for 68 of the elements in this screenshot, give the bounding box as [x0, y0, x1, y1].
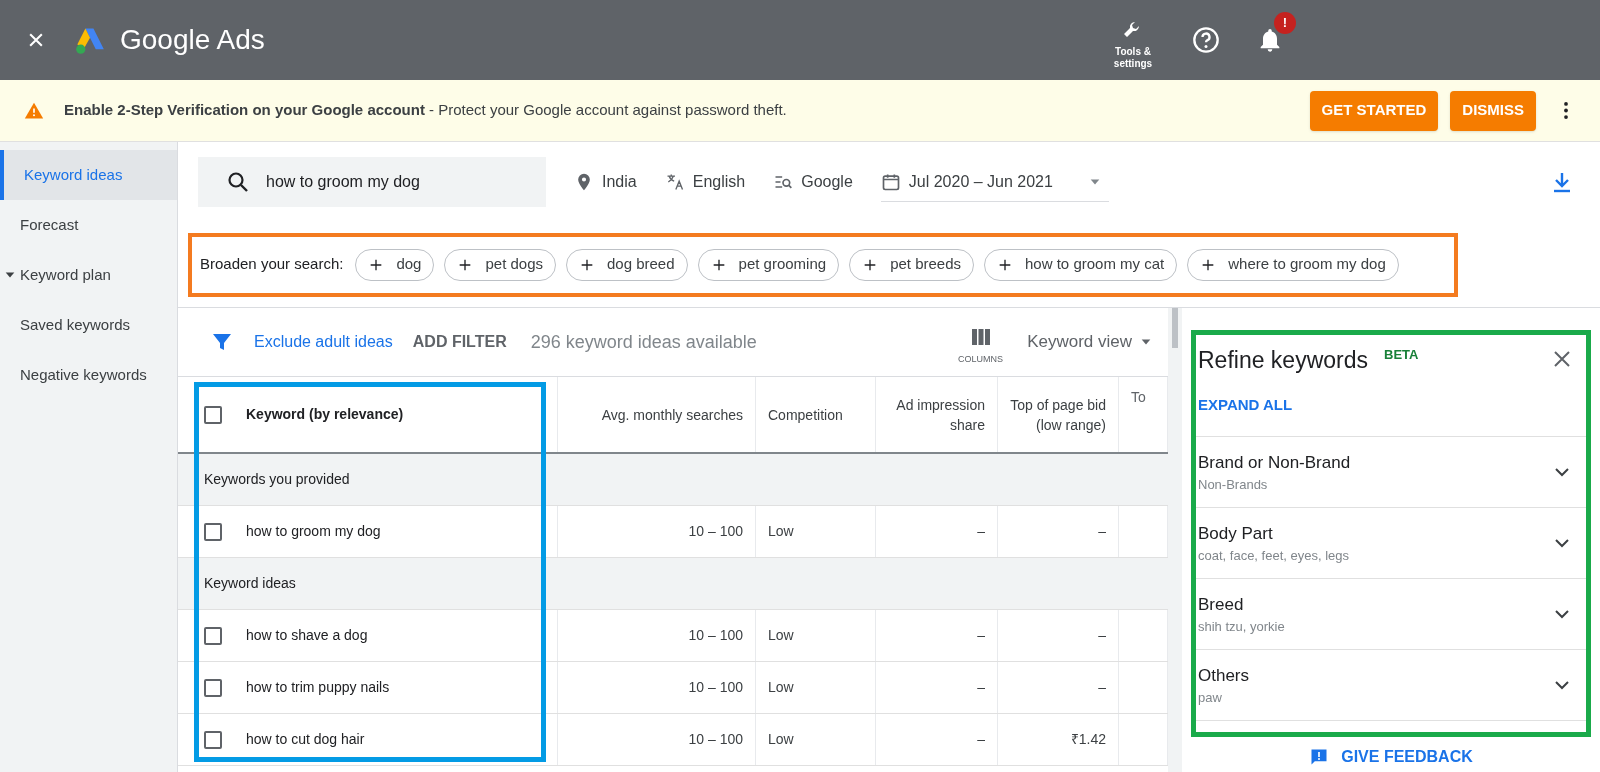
table-cell-text: 10 – 100 [688, 730, 743, 749]
table-cell-text: – [977, 626, 985, 645]
table-cell-text: Low [768, 522, 794, 541]
table-cell-text: Low [768, 678, 794, 697]
keyword-view-dropdown[interactable]: Keyword view [1027, 329, 1152, 355]
column-header[interactable]: Avg. monthly searches [601, 404, 743, 425]
column-header[interactable]: To [1131, 387, 1146, 408]
checkbox[interactable] [204, 626, 222, 645]
checkbox[interactable] [204, 405, 222, 424]
table-cell-text: – [1098, 522, 1106, 541]
table-cell-text: – [977, 678, 985, 697]
sidebar-item[interactable]: Negative keywords [0, 350, 177, 400]
more-vertical-icon [1564, 102, 1568, 119]
refine-group[interactable]: Others paw [1196, 649, 1586, 720]
expand-all-button[interactable]: EXPAND ALL [1198, 393, 1293, 416]
table-cell-text: – [977, 730, 985, 749]
keyword-count: 296 keyword ideas available [530, 330, 757, 354]
exclude-adult-ideas-link[interactable]: Exclude adult ideas [254, 330, 393, 354]
checkbox[interactable] [204, 678, 222, 697]
table-cell-text: Low [768, 730, 794, 749]
table-cell-text: 10 – 100 [688, 522, 743, 541]
alert-badge: ! [1274, 12, 1296, 34]
search-field[interactable]: how to groom my dog [266, 170, 516, 194]
refine-group[interactable]: Breed shih tzu, yorkie [1196, 578, 1586, 649]
column-header[interactable]: Keyword (by relevance) [246, 404, 404, 425]
refine-group[interactable]: Body Part coat, face, feet, eyes, legs [1196, 507, 1586, 578]
broaden-label: Broaden your search: [200, 254, 344, 275]
sidebar-item[interactable]: Keyword plan [0, 250, 177, 300]
panel-title: Refine keywords [1198, 346, 1369, 375]
table-cell-text: – [977, 522, 985, 541]
group-label: Keywords you provided [204, 470, 350, 489]
beta-label: BETA [1384, 346, 1419, 364]
network-filter[interactable]: Google [773, 162, 853, 202]
give-feedback-button[interactable]: GIVE FEEDBACK [1309, 745, 1473, 769]
location-filter[interactable]: India [574, 162, 637, 202]
checkbox[interactable] [204, 730, 222, 749]
sidebar-item[interactable]: Forecast [0, 200, 177, 250]
add-filter-button[interactable]: ADD FILTER [412, 330, 507, 354]
tools-settings-button[interactable]: Tools & settings [1108, 10, 1158, 70]
table-cell-text: – [1098, 626, 1106, 645]
scrollbar-thumb[interactable] [1172, 308, 1178, 348]
feedback-icon [1309, 747, 1330, 767]
help-button[interactable] [1190, 24, 1222, 56]
checkbox[interactable] [204, 522, 222, 541]
keyword-cell-text: how to trim puppy nails [246, 678, 390, 697]
verification-message: Enable 2-Step Verification on your Google account - Protect your Google account against password theft. [64, 100, 787, 121]
column-header[interactable]: Competition [768, 404, 843, 425]
refine-group[interactable]: Brand or Non-Brand Non-Brands [1196, 436, 1586, 507]
language-filter[interactable]: English [664, 162, 746, 202]
table-cell-text: Low [768, 626, 794, 645]
table-cell-text: ₹1.42 [1070, 730, 1106, 749]
sidebar-item[interactable]: Keyword ideas [0, 150, 177, 200]
column-header[interactable]: Ad impression share [888, 394, 985, 435]
search-box[interactable]: how to groom my dog [198, 157, 546, 207]
table-cell-text: 10 – 100 [688, 626, 743, 645]
column-header[interactable]: Top of page bid (low range) [1010, 394, 1106, 435]
search-icon [226, 170, 250, 194]
keyword-cell-text: how to groom my dog [246, 522, 381, 541]
help-icon [1192, 26, 1220, 54]
table-cell-text: 10 – 100 [688, 678, 743, 697]
app-title: Google Ads [120, 23, 265, 57]
keyword-cell-text: how to shave a dog [246, 626, 368, 645]
group-label: Keyword ideas [204, 574, 296, 593]
table-cell-text: – [1098, 678, 1106, 697]
date-filter[interactable]: Jul 2020 – Jun 2021 [880, 162, 1109, 202]
sidebar-item[interactable]: Saved keywords [0, 300, 177, 350]
keyword-cell-text: how to cut dog hair [246, 730, 365, 749]
columns-button[interactable]: COLUMNS [958, 325, 1004, 367]
